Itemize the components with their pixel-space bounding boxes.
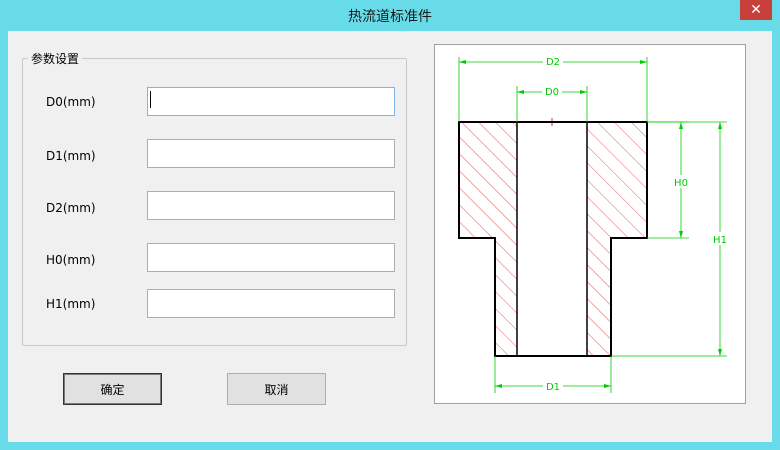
- window-title: 热流道标准件: [348, 9, 432, 25]
- h0-arrow-bottom: [679, 231, 683, 238]
- d1-dimension-label: D1: [546, 382, 560, 393]
- d0-arrow-left: [517, 90, 524, 94]
- d0-dimension-label: D0: [545, 87, 559, 98]
- d0-arrow-right: [580, 90, 587, 94]
- text-caret: [150, 91, 151, 108]
- h1-arrow-bottom: [718, 349, 722, 356]
- ok-button[interactable]: 确定: [63, 373, 162, 405]
- dialog-client-area: 参数设置 D0(mm) D1(mm) D2(mm) H0(mm) H1(mm) …: [8, 31, 772, 442]
- d2-arrow-left: [459, 60, 466, 64]
- h1-arrow-top: [718, 122, 722, 129]
- h1-label: H1(mm): [46, 297, 96, 311]
- d1-input[interactable]: [147, 139, 395, 168]
- d2-input[interactable]: [147, 191, 395, 220]
- dialog-window: 热流道标准件 ✕ 参数设置 D0(mm) D1(mm) D2(mm) H0(mm…: [0, 0, 780, 450]
- d0-input[interactable]: [147, 87, 395, 116]
- d2-label: D2(mm): [46, 201, 96, 215]
- h0-dimension-label: H0: [674, 178, 688, 189]
- close-button[interactable]: ✕: [740, 0, 772, 20]
- d2-arrow-right: [640, 60, 647, 64]
- bushing-cross-section-diagram: D2 D0 D1 H0 H1: [458, 54, 730, 393]
- h0-input[interactable]: [147, 243, 395, 272]
- h1-input[interactable]: [147, 289, 395, 318]
- h0-label: H0(mm): [46, 253, 96, 267]
- d1-label: D1(mm): [46, 149, 96, 163]
- d1-arrow-right: [604, 384, 611, 388]
- part-preview-panel: D2 D0 D1 H0 H1: [434, 44, 746, 404]
- cancel-button[interactable]: 取消: [227, 373, 326, 405]
- h0-arrow-top: [679, 122, 683, 129]
- d2-dimension-label: D2: [546, 57, 560, 68]
- close-icon: ✕: [750, 2, 762, 18]
- title-bar[interactable]: 热流道标准件 ✕: [0, 0, 780, 30]
- d1-arrow-left: [495, 384, 502, 388]
- h1-dimension-label: H1: [713, 235, 727, 246]
- parameter-group-label: 参数设置: [28, 50, 83, 67]
- d0-label: D0(mm): [46, 95, 96, 109]
